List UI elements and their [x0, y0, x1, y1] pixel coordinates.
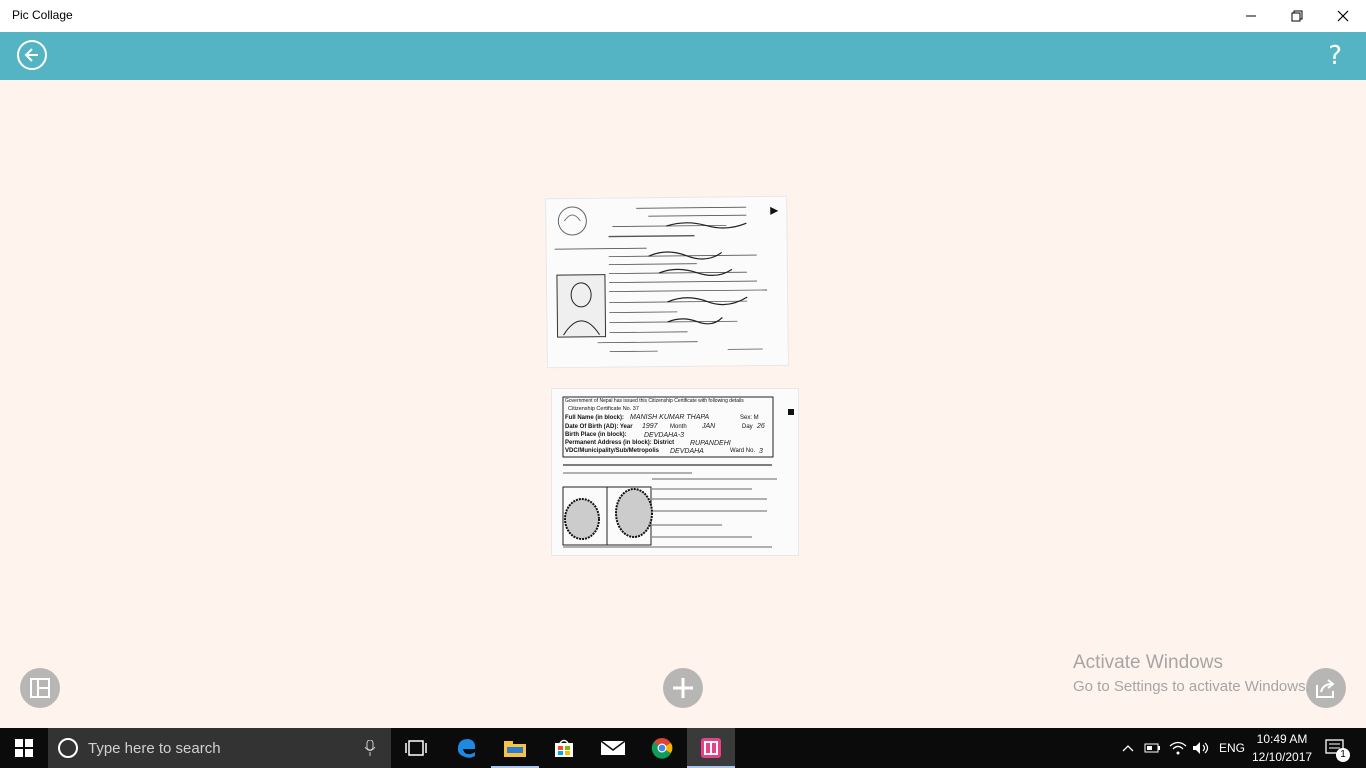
volume-control[interactable]: [1190, 728, 1212, 768]
microphone-icon[interactable]: [364, 740, 376, 756]
certificate-front-image: [546, 196, 788, 368]
watermark-title: Activate Windows: [1073, 652, 1223, 673]
battery-status[interactable]: [1142, 728, 1164, 768]
speaker-icon: [1193, 742, 1209, 754]
help-button[interactable]: ?: [1328, 41, 1342, 71]
cert-vdc-label: VDC/Municipality/Sub/Metropolis: [565, 448, 660, 454]
cert-sex: Sex: M: [740, 415, 759, 421]
taskbar-pic-collage[interactable]: [687, 728, 735, 768]
cert-dob-day: 26: [756, 423, 765, 430]
store-icon: [555, 739, 573, 757]
cert-ward-value: 3: [759, 448, 763, 455]
wifi-icon: [1169, 741, 1187, 755]
cert-dob-label: Date Of Birth (AD): Year: [565, 424, 633, 430]
add-button[interactable]: [663, 668, 703, 708]
watermark-subtitle: Go to Settings to activate Windows.: [1073, 678, 1310, 695]
action-center-button[interactable]: 1: [1320, 728, 1350, 768]
task-view-button[interactable]: [392, 728, 440, 768]
cert-dob-day-label: Day: [742, 424, 753, 430]
start-button[interactable]: [0, 728, 48, 768]
back-button[interactable]: [17, 40, 47, 70]
cert-dob-month-label: Month: [670, 424, 687, 430]
cortana-icon: [58, 738, 78, 758]
restore-button[interactable]: [1274, 0, 1320, 32]
cert-line-1: Government of Nepal has issued this Citi…: [565, 398, 744, 404]
mail-icon: [601, 740, 625, 755]
share-icon: [1316, 679, 1335, 698]
title-bar: Pic Collage: [0, 0, 1366, 32]
chevron-up-icon: [1122, 745, 1134, 752]
clock-date[interactable]: 12/10/2017: [1252, 750, 1312, 764]
language-indicator[interactable]: ENG: [1219, 741, 1245, 755]
taskbar: Type here to search ENG 10:49 AM 12/10/2…: [0, 728, 1366, 768]
taskbar-mail[interactable]: [589, 728, 637, 768]
taskbar-edge[interactable]: [442, 728, 490, 768]
cert-name-label: Full Name (in block):: [565, 415, 624, 421]
show-hidden-icons[interactable]: [1118, 728, 1138, 768]
cert-address-label: Permanent Address (in block): District: [565, 440, 674, 446]
battery-icon: [1144, 743, 1160, 753]
cert-dob-month: JAN: [701, 423, 716, 430]
activate-windows-watermark: Activate Windows Go to Settings to activ…: [1073, 652, 1310, 695]
certificate-back-image: Government of Nepal has issued this Citi…: [552, 389, 798, 555]
search-box[interactable]: Type here to search: [48, 728, 391, 768]
cert-address-district: RUPANDEHI: [690, 440, 731, 447]
edge-icon: [457, 739, 476, 758]
windows-logo-icon: [15, 739, 33, 757]
network-status[interactable]: [1167, 728, 1189, 768]
cert-vdc-value: DEVDAHA: [670, 448, 704, 455]
clock-time[interactable]: 10:49 AM: [1252, 732, 1312, 746]
citizenship-certificate-front[interactable]: [545, 195, 789, 369]
close-icon: [1337, 10, 1349, 22]
cert-name-value: MANISH KUMAR THAPA: [630, 414, 710, 421]
cert-line-2: Citizenship Certificate No. 37: [568, 406, 639, 412]
notification-badge: 1: [1336, 748, 1350, 762]
citizenship-certificate-back[interactable]: Government of Nepal has issued this Citi…: [551, 388, 799, 556]
pic-collage-icon: [701, 738, 721, 758]
app-bar: ?: [0, 32, 1366, 80]
close-button[interactable]: [1320, 0, 1366, 32]
chrome-icon: [651, 738, 673, 759]
cert-birthplace-label: Birth Place (in block):: [565, 432, 627, 438]
layout-icon: [30, 678, 50, 698]
taskbar-chrome[interactable]: [638, 728, 686, 768]
window-title: Pic Collage: [12, 8, 73, 22]
task-view-icon: [405, 740, 427, 756]
minimize-icon: [1246, 15, 1256, 17]
taskbar-file-explorer[interactable]: [491, 728, 539, 768]
cert-ward-label: Ward No.: [730, 448, 755, 454]
folder-icon: [504, 741, 526, 757]
taskbar-store[interactable]: [540, 728, 588, 768]
collage-canvas[interactable]: Government of Nepal has issued this Citi…: [0, 80, 1366, 728]
share-button[interactable]: [1306, 668, 1346, 708]
restore-icon: [1291, 10, 1303, 22]
cert-dob-year: 1997: [642, 423, 659, 430]
add-icon: [673, 678, 693, 698]
cert-birthplace-value: DEVDAHA-3: [644, 432, 684, 439]
back-arrow-icon: [24, 48, 38, 62]
search-placeholder: Type here to search: [88, 740, 221, 757]
layout-button[interactable]: [20, 668, 60, 708]
minimize-button[interactable]: [1228, 0, 1274, 32]
